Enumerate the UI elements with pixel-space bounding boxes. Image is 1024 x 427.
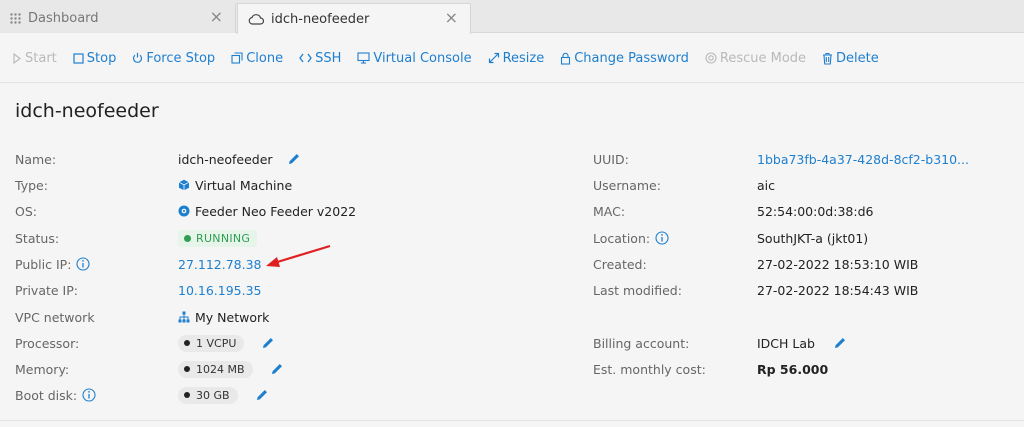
- username-value: aic: [757, 177, 776, 193]
- tab-dashboard[interactable]: Dashboard ×: [0, 3, 236, 33]
- boot-disk-value: 30 GB: [178, 386, 269, 404]
- copy-icon: [231, 52, 243, 64]
- delete-button[interactable]: Delete: [822, 51, 879, 66]
- cube-icon: [178, 179, 190, 191]
- divider: [0, 82, 1024, 83]
- action-toolbar: Start Stop Force Stop Clone SSH Virtual …: [12, 44, 895, 72]
- info-icon[interactable]: [82, 388, 96, 402]
- virtual-console-button[interactable]: Virtual Console: [357, 51, 472, 66]
- tab-idch-neofeeder[interactable]: idch-neofeeder ×: [237, 3, 471, 34]
- public-ip-label: Public IP:: [15, 255, 90, 273]
- stop-button[interactable]: Stop: [73, 51, 116, 66]
- boot-disk-chip: 30 GB: [178, 386, 238, 404]
- pencil-icon[interactable]: [270, 362, 284, 376]
- resize-arrows-icon: [488, 52, 500, 64]
- mac-label: MAC:: [593, 203, 626, 219]
- processor-chip: 1 VCPU: [178, 334, 245, 352]
- vpc-link[interactable]: My Network: [195, 310, 269, 325]
- billing-label: Billing account:: [593, 335, 690, 351]
- memory-label: Memory:: [15, 361, 70, 377]
- os-value: Feeder Neo Feeder v2022: [178, 202, 356, 220]
- play-icon: [12, 52, 22, 64]
- name-label: Name:: [15, 151, 57, 167]
- private-ip-link[interactable]: 10.16.195.35: [178, 281, 262, 299]
- vpc-label: VPC network: [15, 309, 95, 325]
- name-text: idch-neofeeder: [178, 151, 273, 167]
- power-icon: [132, 52, 143, 64]
- annotation-arrow: [266, 244, 331, 267]
- pencil-icon[interactable]: [287, 152, 301, 166]
- lock-icon: [560, 52, 571, 65]
- info-icon[interactable]: [655, 231, 669, 245]
- created-value: 27-02-2022 18:53:10 WIB: [757, 256, 919, 272]
- code-icon: [299, 53, 312, 63]
- rescue-mode-button[interactable]: Rescue Mode: [705, 51, 806, 66]
- cloud-icon: [248, 13, 264, 25]
- pencil-icon[interactable]: [255, 388, 269, 402]
- type-value: Virtual Machine: [178, 176, 292, 194]
- billing-value: IDCH Lab: [757, 334, 847, 352]
- vpc-value: My Network: [178, 308, 269, 326]
- type-label: Type:: [15, 177, 48, 193]
- divider: [0, 420, 1024, 421]
- cost-value: Rp 56.000: [757, 361, 829, 377]
- tab-bar: Dashboard × idch-neofeeder ×: [0, 0, 1024, 34]
- processor-label: Processor:: [15, 335, 80, 351]
- close-icon[interactable]: ×: [445, 10, 458, 26]
- status-label: Status:: [15, 230, 60, 246]
- page-title: idch-neofeeder: [15, 100, 159, 122]
- cost-label: Est. monthly cost:: [593, 361, 706, 377]
- network-icon: [178, 311, 190, 323]
- monitor-icon: [357, 52, 370, 64]
- memory-value: 1024 MB: [178, 360, 284, 378]
- force-stop-button[interactable]: Force Stop: [132, 51, 215, 66]
- uuid-label: UUID:: [593, 151, 629, 167]
- username-label: Username:: [593, 177, 661, 193]
- modified-label: Last modified:: [593, 282, 682, 298]
- trash-icon: [822, 52, 833, 65]
- boot-disk-label: Boot disk:: [15, 386, 96, 404]
- os-label: OS:: [15, 203, 37, 219]
- pencil-icon[interactable]: [833, 336, 847, 350]
- close-icon[interactable]: ×: [210, 9, 223, 25]
- tab-label: idch-neofeeder: [271, 11, 370, 27]
- ssh-button[interactable]: SSH: [299, 51, 341, 66]
- clone-button[interactable]: Clone: [231, 51, 283, 66]
- resize-button[interactable]: Resize: [488, 51, 544, 66]
- processor-value: 1 VCPU: [178, 334, 275, 352]
- pencil-icon[interactable]: [261, 336, 275, 350]
- grid-icon: [10, 12, 21, 24]
- os-logo-icon: [178, 205, 190, 217]
- location-value: SouthJKT-a (jkt01): [757, 230, 869, 246]
- status-dot: [184, 234, 191, 242]
- memory-chip: 1024 MB: [178, 360, 253, 378]
- status-badge: RUNNING: [178, 229, 258, 247]
- lifebuoy-icon: [705, 52, 717, 64]
- mac-value: 52:54:00:0d:38:d6: [757, 203, 874, 219]
- created-label: Created:: [593, 256, 647, 272]
- stop-icon: [73, 52, 84, 64]
- public-ip-link[interactable]: 27.112.78.38: [178, 255, 262, 273]
- uuid-link[interactable]: 1bba73fb-4a37-428d-8cf2-b310...: [757, 150, 969, 168]
- info-icon[interactable]: [76, 257, 90, 271]
- modified-value: 27-02-2022 18:54:43 WIB: [757, 282, 919, 298]
- change-password-button[interactable]: Change Password: [560, 51, 689, 66]
- private-ip-label: Private IP:: [15, 282, 78, 298]
- start-button[interactable]: Start: [12, 51, 57, 66]
- tab-label: Dashboard: [28, 10, 99, 26]
- name-value: idch-neofeeder: [178, 150, 301, 168]
- location-label: Location:: [593, 229, 669, 247]
